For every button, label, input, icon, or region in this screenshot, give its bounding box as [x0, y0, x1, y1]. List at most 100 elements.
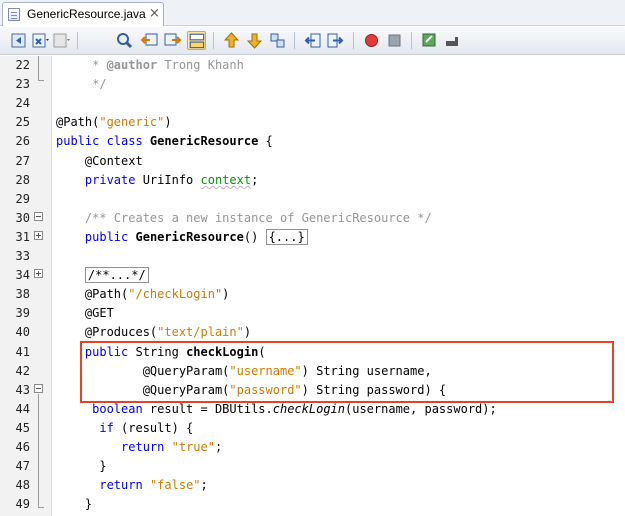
line-number: 44 — [15, 402, 30, 416]
shift-left-icon — [304, 33, 321, 48]
code-line[interactable]: * @author Trong Khanh — [56, 56, 244, 75]
find-previous-button[interactable] — [140, 31, 159, 50]
fold-guide — [38, 56, 39, 80]
find-next-icon — [164, 33, 182, 46]
code-token: @Produces( — [56, 325, 158, 339]
code-token: boolean — [92, 402, 143, 416]
toggle-highlight-button[interactable] — [187, 31, 206, 50]
toolbar-separator — [353, 32, 354, 49]
fold-guide — [38, 394, 39, 507]
code-editor[interactable]: 22 * @author Trong Khanh 23 */24 25 @Path("… — [0, 56, 625, 516]
code-line[interactable]: @Produces("text/plain") — [56, 323, 251, 342]
line-number: 43 — [15, 383, 30, 397]
line-number: 30 — [15, 211, 30, 225]
back-button[interactable] — [10, 31, 29, 50]
code-token: result = DBUtils. — [142, 402, 273, 416]
fold-collapse-icon[interactable] — [34, 212, 43, 221]
toggle-highlight-icon — [189, 33, 205, 49]
tab-generic-resource[interactable]: GenericResource.java × — [2, 2, 164, 26]
code-token: @GET — [56, 306, 114, 320]
code-line[interactable]: return "false"; — [56, 476, 207, 495]
code-line[interactable]: /**...*/ — [56, 266, 149, 285]
line-number: 31 — [15, 230, 30, 244]
line-number: 24 — [15, 96, 30, 110]
code-line[interactable]: if (result) { — [56, 419, 193, 438]
start-macro-button[interactable] — [362, 31, 381, 50]
collapsed-fold-block[interactable]: {...} — [265, 229, 308, 245]
code-token: */ — [56, 77, 107, 91]
code-line[interactable]: @Path("/checkLogin") — [56, 285, 230, 304]
fold-expand-icon[interactable] — [34, 269, 43, 278]
code-line[interactable]: @GET — [56, 304, 114, 323]
toggle-bookmark-button[interactable] — [268, 31, 287, 50]
line-number: 46 — [15, 440, 30, 454]
shift-left-button[interactable] — [303, 31, 322, 50]
fold-guide-end — [38, 80, 44, 81]
line-number: 45 — [15, 421, 30, 435]
code-token: ) — [243, 325, 252, 339]
line-number: 33 — [15, 249, 30, 263]
code-line[interactable]: @Context — [56, 152, 143, 171]
code-token: GenericResource — [135, 230, 244, 244]
code-token: private — [84, 173, 136, 187]
stop-macro-icon — [388, 34, 401, 47]
code-token: Trong Khanh — [157, 58, 244, 72]
code-line[interactable]: public GenericResource() {...} — [56, 228, 308, 247]
code-line[interactable]: private UriInfo context; — [56, 171, 258, 190]
code-token: GenericResource — [149, 134, 259, 148]
java-file-icon — [8, 8, 20, 21]
stop-macro-button[interactable] — [385, 31, 404, 50]
code-token: public — [84, 230, 129, 244]
fold-collapse-icon[interactable] — [34, 384, 43, 393]
find-icon — [117, 33, 133, 49]
toolbar-separator — [411, 32, 412, 49]
comment-button[interactable] — [420, 31, 439, 50]
fold-expand-icon[interactable] — [34, 231, 43, 240]
code-line[interactable]: } — [56, 495, 92, 514]
code-token: * — [56, 58, 107, 72]
line-number: 27 — [15, 154, 30, 168]
code-line[interactable]: @Path("generic") — [56, 113, 172, 132]
line-number: 28 — [15, 173, 30, 187]
code-token: ) — [222, 287, 230, 301]
code-line[interactable]: return "true"; — [56, 438, 222, 457]
shift-right-icon — [327, 33, 344, 48]
find-previous-icon — [140, 33, 158, 46]
code-line[interactable]: public class GenericResource { — [56, 132, 273, 151]
next-bookmark-button[interactable] — [245, 31, 264, 50]
start-macro-icon — [365, 34, 378, 47]
collapsed-fold-block[interactable]: /**...*/ — [84, 267, 149, 283]
uncomment-button[interactable] — [443, 31, 462, 50]
code-token: @Path( — [56, 115, 100, 129]
code-token: ) — [164, 115, 172, 129]
previous-bookmark-icon — [223, 32, 240, 48]
code-line[interactable]: */ — [56, 75, 107, 94]
toolbar-separator — [294, 32, 295, 49]
toolbar-separator — [213, 32, 214, 49]
shift-right-button[interactable] — [326, 31, 345, 50]
code-token: "text/plain" — [157, 325, 244, 339]
find-next-button[interactable] — [163, 31, 182, 50]
code-token: } — [56, 497, 93, 511]
history-button[interactable] — [31, 31, 50, 50]
code-line[interactable]: } — [56, 457, 106, 476]
close-tab-icon[interactable]: × — [149, 6, 160, 21]
code-token: checkLogin — [272, 402, 345, 416]
code-line[interactable]: /** Creates a new instance of GenericRes… — [56, 209, 432, 228]
line-number: 22 — [15, 58, 30, 72]
code-token: (username, password); — [345, 402, 497, 416]
comment-icon — [422, 33, 436, 47]
back-icon — [11, 33, 26, 48]
line-number: 48 — [15, 478, 30, 492]
code-token: (result) { — [113, 421, 194, 435]
find-button[interactable] — [115, 31, 134, 50]
fold-guide-end — [38, 507, 44, 508]
previous-bookmark-button[interactable] — [222, 31, 241, 50]
code-token: "/checkLogin" — [128, 287, 223, 301]
forward-button[interactable] — [52, 31, 71, 50]
